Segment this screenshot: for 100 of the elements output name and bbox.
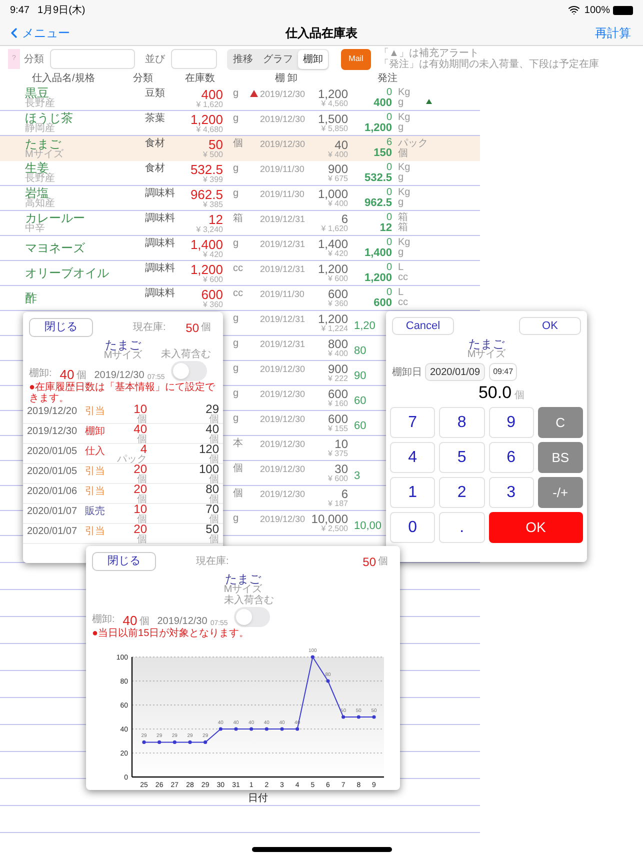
data-point (372, 715, 376, 719)
item-name: カレールー (25, 212, 86, 224)
unit-cell-text: g (232, 187, 240, 199)
data-point (326, 679, 330, 683)
ok-button[interactable]: OK (519, 317, 581, 335)
stock-cell: 1,400 (190, 238, 223, 250)
battery-level: 100% (584, 4, 610, 18)
count-date-cell-text: 2019/12/30 (260, 513, 306, 524)
keypad-key[interactable]: 9 (488, 407, 534, 438)
keypad-key[interactable]: 4 (390, 442, 436, 473)
count-unit: 個 (76, 371, 86, 381)
stock-value-cell: ¥ 3,240 (196, 226, 223, 234)
keypad-key[interactable]: 2 (439, 477, 484, 508)
entry-value: 50.0 (478, 384, 512, 401)
back-button[interactable]: メニュー (6, 24, 70, 42)
table-row[interactable]: 生姜 長野産 食材 532.5 ¥ 399 g 2019/11/30 900 ¥ 675 0 532.5 Kg g (0, 161, 480, 186)
count-date-cell-text: 2019/12/30 (260, 363, 306, 374)
data-point (158, 740, 162, 744)
item-origin: 高知産 (25, 199, 56, 209)
count-date: 2019/12/30 (157, 617, 208, 627)
planned-stock-cell: 12 (380, 222, 392, 234)
cancel-button[interactable]: Cancel (392, 317, 454, 335)
table-row[interactable]: たまご Mサイズ 食材 50 ¥ 500 個 2019/12/30 40 ¥ 400 6 150 パック 個 (0, 136, 480, 161)
toggle-label: 未入荷含む (160, 350, 211, 360)
keypad-key[interactable]: 8 (439, 407, 484, 438)
stock-value-cell: ¥ 500 (202, 151, 223, 159)
data-point (356, 715, 360, 719)
stock-label: 現在庫: (133, 320, 166, 335)
segment-tab[interactable]: 棚卸 (298, 50, 328, 68)
planned-unit-cell-text: 箱 (398, 223, 409, 233)
date-label: 棚卸日 (392, 366, 422, 380)
count-value: 40 (122, 614, 138, 627)
count-date-cell-text: 2019/12/31 (260, 238, 306, 249)
history-date: 2020/01/05 (27, 465, 78, 477)
table-row[interactable]: マヨネーズ 調味料 1,400 ¥ 420 g 2019/12/31 1,400 ¥ 420 0 1,400 Kg g (0, 236, 480, 261)
history-date: 2020/01/07 (27, 505, 78, 517)
unit-cell-text: 個 (232, 487, 244, 499)
count-value-cell: ¥ 160 (328, 400, 348, 408)
unit-cell-text: g (232, 112, 240, 124)
keypad-key[interactable]: . (439, 512, 484, 543)
count-cell: 10,000 (311, 513, 348, 525)
count-cell: 1,200 (318, 88, 348, 100)
planned-unit-cell-text: g (398, 173, 404, 183)
battery-icon (613, 6, 633, 14)
count-date: 2019/12/30 (94, 371, 144, 381)
count-date-cell-text: 2019/11/30 (260, 188, 306, 199)
sort-label: 並び (145, 52, 165, 66)
count-unit: 個 (139, 617, 150, 627)
toggle-switch[interactable] (170, 361, 207, 381)
count-value-cell: ¥ 675 (328, 175, 348, 183)
planned-unit-cell-text: cc (398, 273, 409, 283)
close-button[interactable]: 閉じる (92, 552, 156, 571)
keypad-key[interactable]: 7 (390, 407, 436, 438)
segment-tab[interactable]: 推移 (228, 50, 258, 68)
keypad-key[interactable]: 1 (390, 477, 436, 508)
data-point (296, 727, 300, 731)
table-row[interactable]: 黒豆 長野産 豆類 400 ¥ 1,620 g 2019/12/30 1,200 ¥ 4,560 0 400 Kg g (0, 86, 480, 111)
date-field[interactable]: 2020/01/09 (425, 363, 486, 381)
sort-field[interactable] (171, 49, 217, 69)
keypad-key[interactable]: 0 (390, 512, 436, 543)
history-quantity: 20 (134, 464, 147, 475)
keypad-key[interactable]: OK (488, 512, 583, 543)
keypad-key[interactable]: 6 (488, 442, 534, 473)
history-date: 2020/01/05 (27, 445, 78, 457)
history-balance: 40 (206, 424, 219, 435)
data-point (250, 727, 254, 731)
time-field[interactable]: 09:47 (489, 363, 518, 381)
table-row[interactable]: カレールー 中辛 調味料 12 ¥ 3,240 箱 2019/12/31 6 ¥ 1,620 0 12 箱 箱 (0, 211, 480, 236)
table-row[interactable]: オリーブオイル 調味料 1,200 ¥ 600 cc 2019/12/31 1,200 ¥ 600 0 1,200 L cc (0, 261, 480, 286)
keypad-key[interactable]: 3 (488, 477, 534, 508)
data-point (234, 727, 238, 731)
stock-value-cell: ¥ 1,620 (196, 100, 223, 108)
count-cell: 1,400 (318, 238, 348, 250)
column-header: 棚 卸 (274, 74, 298, 84)
data-point (310, 655, 314, 659)
category-field[interactable] (50, 49, 135, 69)
history-quantity: 4 (140, 444, 147, 455)
count-date-cell-text: 2019/11/30 (260, 288, 306, 299)
keypad-key[interactable]: 5 (439, 442, 484, 473)
history-type: 引当 (85, 404, 105, 417)
stock-cell: 12 (208, 212, 223, 226)
count-value-cell: ¥ 5,850 (321, 125, 348, 133)
count-cell: 1,200 (318, 263, 348, 275)
planned-stock-cell: 532.5 (364, 172, 392, 184)
history-quantity-unit: 個 (137, 435, 147, 444)
segment-tab[interactable]: グラフ (258, 50, 298, 68)
item-spec: Mサイズ (224, 585, 262, 595)
close-button[interactable]: 閉じる (29, 318, 93, 337)
status-date: 1月9日(木) (37, 4, 86, 18)
category-cell-text: 茶葉 (145, 112, 166, 124)
toggle-switch[interactable] (234, 607, 270, 627)
planned-stock-cell: 1,20 (354, 320, 376, 332)
count-cell: 1,500 (318, 113, 348, 125)
data-point (264, 727, 268, 731)
history-balance-unit: 個 (209, 535, 219, 544)
recalculate-button[interactable]: 再計算 (595, 24, 631, 42)
item-origin: 長野産 (25, 99, 56, 109)
table-row[interactable]: 岩塩 高知産 調味料 962.5 ¥ 385 g 2019/11/30 1,000 ¥ 400 0 962.5 Kg g (0, 186, 480, 211)
history-quantity-unit: 個 (137, 515, 147, 524)
unit-cell-text: g (232, 237, 240, 249)
